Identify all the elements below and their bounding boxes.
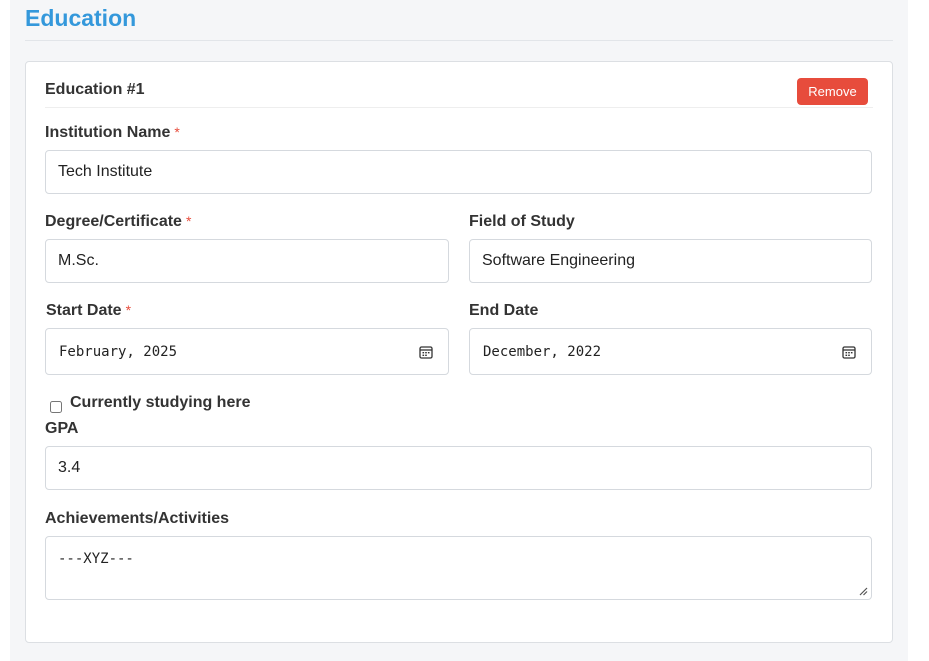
section-divider	[25, 40, 893, 41]
required-marker: *	[125, 302, 132, 318]
institution-label: Institution Name *	[45, 124, 180, 142]
degree-label: Degree/Certificate *	[45, 213, 191, 231]
achievements-label: Achievements/Activities	[45, 510, 229, 528]
education-section: Education Education #1 Remove Institutio…	[10, 0, 908, 661]
currently-studying-label-text: Currently studying here	[70, 394, 251, 411]
education-card: Education #1 Remove Institution Name* De…	[25, 61, 893, 643]
resize-grip-icon[interactable]	[858, 586, 868, 596]
end-date-label: End Date	[469, 302, 538, 320]
achievements-label-text: Achievements/Activities	[45, 510, 230, 527]
start-date-input[interactable]: February, 2025	[45, 328, 449, 375]
required-marker: *	[185, 213, 192, 229]
currently-studying-label[interactable]: Currently studying here	[70, 394, 250, 412]
gpa-label: GPA	[45, 420, 78, 438]
degree-input[interactable]	[45, 239, 449, 283]
start-date-label-text: Start Date	[46, 302, 122, 319]
card-divider	[45, 107, 873, 108]
calendar-icon[interactable]	[419, 345, 433, 359]
calendar-icon[interactable]	[842, 345, 856, 359]
start-date-label: Start Date *	[46, 302, 131, 320]
remove-button[interactable]: Remove	[797, 78, 868, 105]
end-date-input[interactable]: December, 2022	[469, 328, 872, 375]
start-date-value: February, 2025	[59, 344, 178, 360]
card-title: Education #1	[45, 81, 145, 98]
currently-studying-checkbox[interactable]	[50, 401, 62, 413]
field-of-study-input[interactable]	[469, 239, 872, 283]
section-title: Education	[25, 5, 137, 31]
end-date-label-text: End Date	[469, 302, 539, 319]
degree-label-text: Degree/Certificate	[45, 213, 182, 230]
field-of-study-label: Field of Study	[469, 213, 575, 231]
gpa-input[interactable]	[45, 446, 872, 490]
achievements-textarea[interactable]: ---XYZ---	[45, 536, 872, 600]
end-date-value: December, 2022	[483, 344, 602, 360]
achievements-value: ---XYZ---	[58, 551, 134, 567]
gpa-label-text: GPA	[45, 420, 79, 437]
required-marker: *	[174, 124, 180, 140]
institution-label-text: Institution Name	[45, 124, 171, 141]
institution-input[interactable]	[45, 150, 872, 194]
field-of-study-label-text: Field of Study	[469, 213, 575, 230]
